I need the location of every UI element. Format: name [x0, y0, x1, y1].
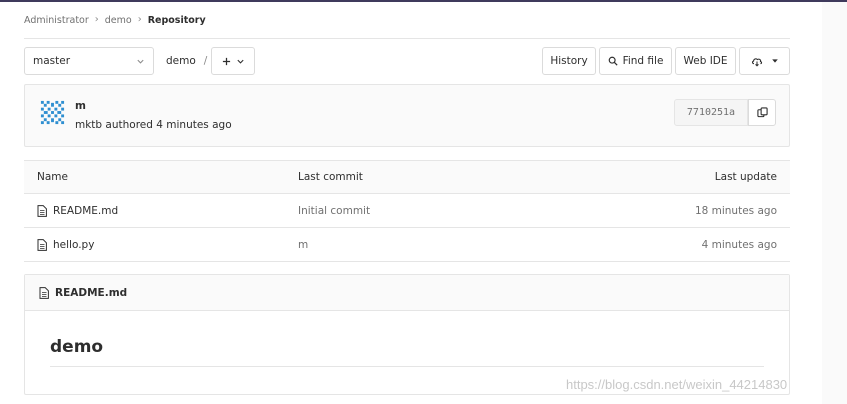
watermark-text: https://blog.csdn.net/weixin_44214830 — [566, 377, 788, 392]
copy-sha-button[interactable] — [748, 99, 776, 126]
branch-selector[interactable]: master — [24, 47, 154, 75]
plus-icon — [222, 57, 230, 65]
cloud-download-icon — [751, 57, 762, 67]
chevron-down-icon — [137, 59, 144, 64]
readme-heading-rule — [50, 366, 764, 367]
history-button[interactable]: History — [542, 47, 596, 75]
breadcrumb: Administrator › demo › Repository — [24, 13, 206, 27]
find-file-label: Find file — [622, 55, 664, 67]
top-accent-bar — [0, 0, 847, 2]
branch-label: master — [33, 55, 71, 67]
breadcrumb-divider — [24, 38, 790, 39]
path-root-link[interactable]: demo — [166, 55, 196, 67]
add-dropdown-button[interactable] — [211, 47, 255, 75]
readme-filename-link[interactable]: README.md — [55, 287, 127, 299]
avatar-pattern-icon[interactable] — [39, 99, 66, 126]
copy-icon — [756, 107, 768, 118]
col-last-update-header: Last update — [714, 171, 777, 183]
file-icon — [37, 238, 47, 251]
path-separator: / — [203, 55, 208, 67]
readme-header: README.md — [25, 275, 789, 311]
breadcrumb-chevron-icon: › — [94, 14, 99, 25]
breadcrumb-administrator[interactable]: Administrator — [24, 15, 89, 26]
breadcrumb-current[interactable]: Repository — [148, 15, 206, 26]
repo-path: demo / — [166, 54, 207, 68]
file-last-commit[interactable]: Initial commit — [298, 194, 370, 227]
search-icon — [608, 56, 618, 66]
col-name-header: Name — [37, 171, 68, 183]
caret-down-icon — [771, 59, 778, 63]
file-icon — [37, 204, 47, 217]
chevron-down-icon — [236, 59, 244, 64]
table-row[interactable]: hello.py m 4 minutes ago — [24, 228, 790, 262]
file-table-header: Name Last commit Last update — [24, 161, 790, 194]
commit-sha[interactable]: 7710251a — [674, 99, 748, 126]
col-last-commit-header: Last commit — [298, 171, 363, 183]
file-name-link[interactable]: hello.py — [53, 239, 94, 251]
commit-meta: mktb authored 4 minutes ago — [75, 119, 232, 131]
web-ide-button[interactable]: Web IDE — [675, 47, 736, 75]
file-name-cell: README.md — [37, 194, 118, 227]
table-row[interactable]: README.md Initial commit 18 minutes ago — [24, 194, 790, 228]
last-commit-panel: m mktb authored 4 minutes ago 7710251a — [24, 84, 790, 147]
file-last-commit[interactable]: m — [298, 228, 308, 261]
readme-heading: demo — [50, 337, 104, 357]
clone-dropdown-button[interactable] — [739, 47, 790, 75]
breadcrumb-demo[interactable]: demo — [105, 15, 132, 26]
file-name-cell: hello.py — [37, 228, 94, 261]
commit-title[interactable]: m — [75, 100, 86, 112]
breadcrumb-chevron-icon: › — [137, 14, 142, 25]
find-file-button[interactable]: Find file — [599, 47, 672, 75]
file-last-update: 18 minutes ago — [694, 204, 777, 217]
right-gutter — [822, 2, 847, 404]
file-last-update: 4 minutes ago — [701, 238, 777, 251]
file-icon — [39, 286, 49, 299]
file-name-link[interactable]: README.md — [53, 205, 118, 217]
